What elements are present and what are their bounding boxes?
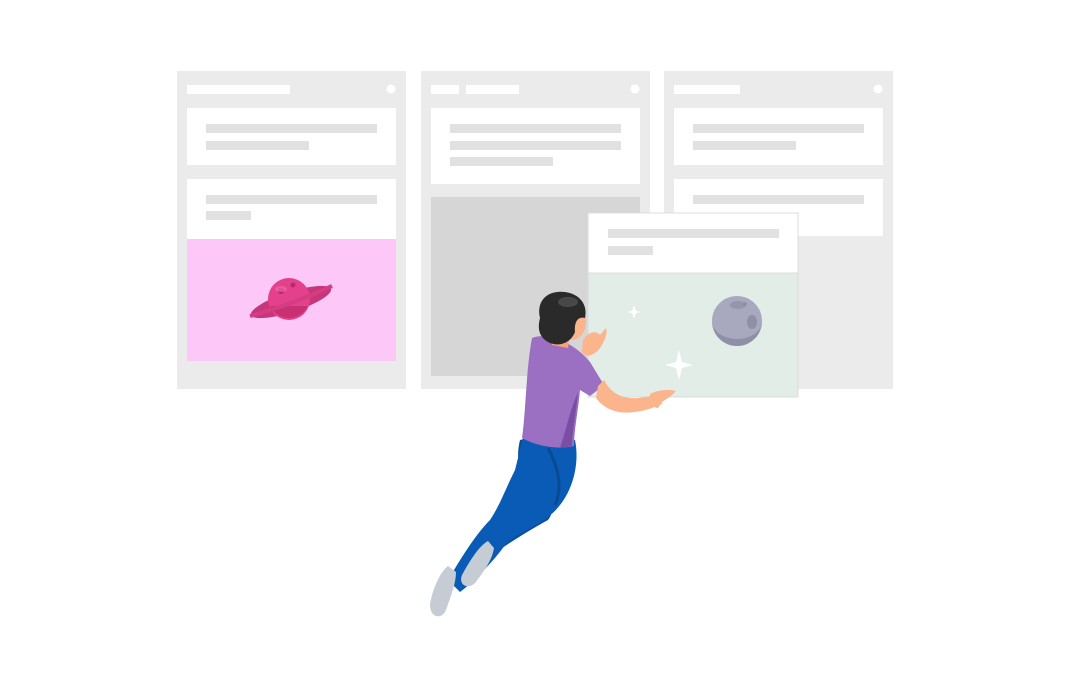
illustration-stage bbox=[0, 0, 1070, 690]
list-title-bar bbox=[431, 85, 459, 94]
dragged-card[interactable] bbox=[587, 212, 799, 398]
list-title-bar bbox=[187, 85, 290, 94]
kanban-illustration bbox=[177, 71, 893, 617]
list-card-with-cover bbox=[187, 179, 396, 361]
moon-icon bbox=[712, 296, 762, 346]
list-menu-dot bbox=[873, 84, 883, 94]
list-card bbox=[187, 108, 396, 165]
list-menu-dot bbox=[386, 84, 396, 94]
board-list-1 bbox=[177, 71, 406, 389]
list-card bbox=[674, 108, 883, 165]
list-title-bar-2 bbox=[466, 85, 519, 94]
list-menu-dot bbox=[630, 84, 640, 94]
list-card bbox=[431, 108, 640, 184]
list-title-bar bbox=[674, 85, 740, 94]
